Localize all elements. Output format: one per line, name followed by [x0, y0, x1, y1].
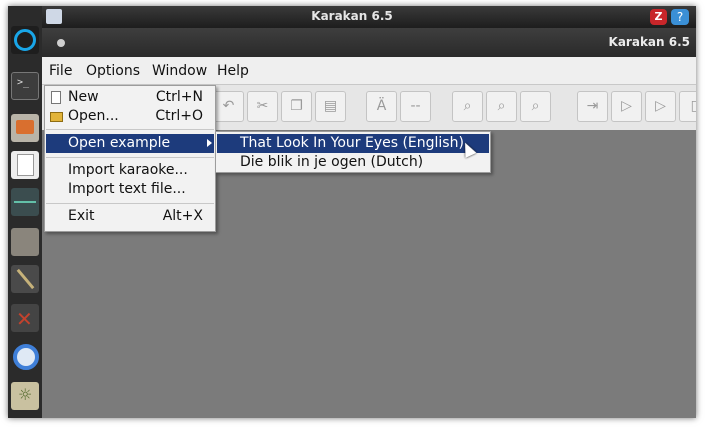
menu-item-import-karaoke[interactable]: Import karaoke... — [46, 161, 214, 180]
copy-button[interactable]: ❐ — [281, 91, 312, 122]
submenu-item-dutch-label: Die blik in je ogen (Dutch) — [240, 154, 424, 170]
menu-help[interactable]: Help — [217, 63, 249, 79]
menu-window[interactable]: Window — [152, 63, 207, 79]
window-title: Karakan 6.5 — [608, 35, 690, 49]
menu-item-open-label: Open... — [68, 108, 119, 124]
menu-item-new[interactable]: New Ctrl+N — [46, 88, 214, 107]
launcher — [8, 6, 42, 418]
system-title: Karakan 6.5 — [311, 9, 393, 23]
menu-item-open-example[interactable]: Open example — [46, 134, 214, 153]
replace-button[interactable]: ⌕ — [520, 91, 551, 122]
ubuntu-icon[interactable] — [11, 26, 39, 54]
indicator-blue-icon[interactable]: ? — [671, 9, 689, 25]
submenu-arrow-icon — [207, 139, 212, 147]
separator-button[interactable]: -- — [400, 91, 431, 122]
special-char-button[interactable]: Ä — [366, 91, 397, 122]
window-menu-dot-icon[interactable] — [57, 39, 65, 47]
menu-item-exit-label: Exit — [68, 208, 95, 224]
paste-button[interactable]: ▤ — [315, 91, 346, 122]
system-top-bar: Karakan 6.5 Z ? — [8, 6, 696, 28]
tool-icon[interactable] — [11, 265, 39, 293]
menu-item-open-shortcut: Ctrl+O — [155, 108, 203, 124]
open-folder-icon — [50, 112, 63, 122]
x-app-icon[interactable] — [11, 304, 39, 332]
play-button[interactable]: ▷ — [611, 91, 642, 122]
submenu-item-english-label: That Look In Your Eyes (English) — [240, 135, 464, 151]
system-monitor-icon[interactable] — [11, 188, 39, 216]
menu-bar: File Options Window Help — [42, 57, 696, 85]
import-button[interactable]: ⇥ — [577, 91, 608, 122]
menu-item-exit-shortcut: Alt+X — [162, 208, 203, 224]
menu-options[interactable]: Options — [86, 63, 140, 79]
play-selection-button[interactable]: ▷ — [645, 91, 676, 122]
example-submenu: That Look In Your Eyes (English) Die bli… — [215, 131, 491, 173]
menu-separator — [46, 157, 214, 158]
indicator-red-icon[interactable]: Z — [650, 9, 667, 25]
submenu-item-english[interactable]: That Look In Your Eyes (English) — [217, 134, 489, 153]
menu-item-new-label: New — [68, 89, 99, 105]
new-file-icon — [51, 91, 61, 104]
file-menu-dropdown: New Ctrl+N Open... Ctrl+O Open example I… — [44, 85, 216, 232]
menu-item-open[interactable]: Open... Ctrl+O — [46, 107, 214, 126]
chrome-icon[interactable] — [11, 342, 39, 370]
menu-item-exit[interactable]: Exit Alt+X — [46, 207, 214, 226]
menu-item-import-text[interactable]: Import text file... — [46, 180, 214, 199]
terminal-icon[interactable] — [11, 72, 39, 100]
find-button[interactable]: ⌕ — [452, 91, 483, 122]
submenu-item-dutch[interactable]: Die blik in je ogen (Dutch) — [217, 153, 489, 172]
menu-file[interactable]: File — [49, 63, 72, 79]
menu-item-new-shortcut: Ctrl+N — [155, 89, 203, 105]
find-next-button[interactable]: ⌕ — [486, 91, 517, 122]
menu-separator — [46, 203, 214, 204]
menu-separator — [46, 129, 214, 130]
menu-item-import-text-label: Import text file... — [68, 181, 186, 197]
brightness-icon[interactable] — [11, 382, 39, 410]
text-editor-icon[interactable] — [11, 151, 39, 179]
stop-button[interactable]: ▯ — [679, 91, 696, 122]
menu-item-open-example-label: Open example — [68, 135, 171, 151]
undo-button[interactable]: ↶ — [213, 91, 244, 122]
files-icon[interactable] — [11, 114, 39, 142]
screen: Karakan 6.5 Z ? Karakan 6.5 File Options… — [8, 6, 696, 418]
cut-button[interactable]: ✂ — [247, 91, 278, 122]
window-titlebar: Karakan 6.5 — [42, 28, 696, 57]
book-icon[interactable] — [11, 228, 39, 256]
menu-item-import-karaoke-label: Import karaoke... — [68, 162, 188, 178]
